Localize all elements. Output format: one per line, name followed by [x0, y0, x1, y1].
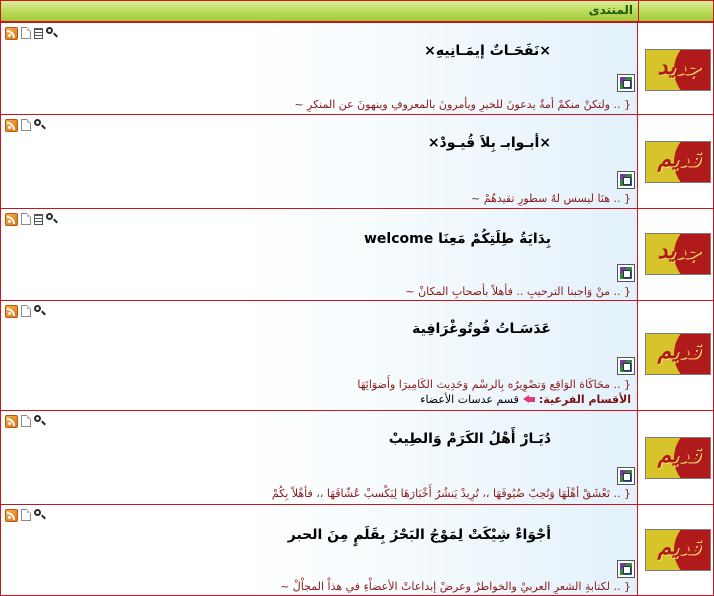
forum-row-icons	[5, 118, 46, 132]
forum-title-link[interactable]: بِدَايَةُ طِلَتِكُمْ مَعِنَا welcome	[364, 231, 551, 247]
subforum-link[interactable]: قسم عدسات الأعضاء	[420, 393, 519, 406]
forum-status-label: قديم	[657, 146, 701, 172]
forum-title-link[interactable]: ×نَفَحَـاتٌ إيمَـانِيهِ×	[424, 43, 551, 59]
search-icon[interactable]	[34, 119, 46, 131]
forum-description: { .. تَعْشَقْ أهْلَهَا وَتُحِبّ ضُيُوفَه…	[271, 487, 631, 500]
forum-status-badge: جديد	[645, 49, 711, 91]
search-icon[interactable]	[46, 213, 58, 225]
rss-icon[interactable]	[5, 304, 18, 318]
forum-row: عَدَسَـاتُ فُوتُوغْرَافِية { .. محَاكَاة…	[1, 300, 713, 410]
forum-status-badge: قديم	[645, 333, 711, 375]
forum-title-link[interactable]: عَدَسَـاتُ فُوتُوغْرَافِية	[412, 321, 551, 337]
forum-status-badge: قديم	[645, 141, 711, 183]
search-icon[interactable]	[46, 27, 58, 39]
forum-description: { .. منْ وَاجبنا الترحيبِ .. فأهلاً بأصح…	[405, 285, 631, 298]
forum-row: دُيَـارْ أَهْلُ الكَرَمْ وَالطِيبْ { .. …	[1, 410, 713, 504]
forum-status-cell: قديم	[639, 301, 713, 410]
header-divider	[638, 1, 639, 21]
forum-image-icon[interactable]	[617, 74, 635, 92]
arrow-left-icon	[522, 395, 535, 404]
forum-list-header: المنتدى	[1, 1, 713, 22]
forum-row-icons	[5, 414, 46, 428]
notes-icon[interactable]	[34, 27, 43, 39]
forum-row-main: ×أبـوابـ بِلاَ قُيـودْ× { .. هنَا ليسس ل…	[1, 115, 638, 208]
forum-status-label: قديم	[657, 338, 701, 364]
forum-status-cell: جديد	[639, 209, 713, 300]
forum-row-icons	[5, 26, 58, 40]
forum-row-main: بِدَايَةُ طِلَتِكُمْ مَعِنَا welcome { .…	[1, 209, 638, 300]
forum-status-label: جديد	[657, 238, 701, 264]
forum-row-icons	[5, 212, 58, 226]
rss-icon[interactable]	[5, 118, 18, 132]
subforums: الأقسام الفرعية: قسم عدسات الأعضاء	[420, 393, 631, 406]
page-icon[interactable]	[21, 119, 31, 131]
forum-status-badge: جديد	[645, 233, 711, 275]
rss-icon[interactable]	[5, 414, 18, 428]
page-icon[interactable]	[21, 509, 31, 521]
forum-title-link[interactable]: ×أبـوابـ بِلاَ قُيـودْ×	[428, 135, 551, 151]
search-icon[interactable]	[34, 305, 46, 317]
notes-icon[interactable]	[34, 213, 43, 225]
page-icon[interactable]	[21, 305, 31, 317]
forum-row-main: عَدَسَـاتُ فُوتُوغْرَافِية { .. محَاكَاة…	[1, 301, 638, 410]
forum-status-cell: قديم	[639, 115, 713, 208]
header-title: المنتدى	[588, 3, 633, 17]
forum-image-icon[interactable]	[617, 357, 635, 375]
forum-row-main: أجْوَاءْ شِيْكَتْ لِمَوْجُ البَحْرُ بِقَ…	[1, 505, 638, 595]
rss-icon[interactable]	[5, 212, 18, 226]
search-icon[interactable]	[34, 509, 46, 521]
forum-status-label: قديم	[657, 442, 701, 468]
forum-status-badge: قديم	[645, 437, 711, 479]
forum-row-icons	[5, 304, 46, 318]
page-icon[interactable]	[21, 27, 31, 39]
forum-status-badge: قديم	[645, 529, 711, 571]
subforums-label: الأقسام الفرعية:	[538, 393, 631, 406]
rss-icon[interactable]	[5, 26, 18, 40]
page-icon[interactable]	[21, 213, 31, 225]
forum-image-icon[interactable]	[617, 264, 635, 282]
forum-description: { .. لكتابةِ الشعرِ العربيْ والخواطرْ وع…	[280, 580, 631, 593]
forum-status-label: قديم	[657, 534, 701, 560]
forum-row: بِدَايَةُ طِلَتِكُمْ مَعِنَا welcome { .…	[1, 208, 713, 300]
forum-description: { .. محَاكَاة الوَاقِع وَتصْوِيرُه بِالر…	[357, 378, 631, 391]
forum-list: المنتدى ×نَفَحَـاتٌ إيمَـانِيهِ× { .. ول…	[0, 0, 714, 596]
forum-image-icon[interactable]	[617, 467, 635, 485]
forum-row-main: ×نَفَحَـاتٌ إيمَـانِيهِ× { .. ولتكنْ منك…	[1, 23, 638, 114]
forum-row: ×نَفَحَـاتٌ إيمَـانِيهِ× { .. ولتكنْ منك…	[1, 22, 713, 114]
forum-row-icons	[5, 508, 46, 522]
page-icon[interactable]	[21, 415, 31, 427]
search-icon[interactable]	[34, 415, 46, 427]
forum-title-link[interactable]: دُيَـارْ أَهْلُ الكَرَمْ وَالطِيبْ	[389, 431, 551, 447]
forum-status-cell: قديم	[639, 505, 713, 595]
forum-image-icon[interactable]	[617, 560, 635, 578]
forum-row-main: دُيَـارْ أَهْلُ الكَرَمْ وَالطِيبْ { .. …	[1, 411, 638, 504]
forum-description: { .. ولتكنْ منكمْ أمةٌ يدعونَ للخيرِ ويأ…	[294, 98, 631, 111]
forum-description: { .. هنَا ليسس لهٌ سطورِ تقيدهُمْ ~	[471, 192, 631, 205]
forum-status-label: جديد	[657, 54, 701, 80]
forum-image-icon[interactable]	[617, 171, 635, 189]
forum-row: ×أبـوابـ بِلاَ قُيـودْ× { .. هنَا ليسس ل…	[1, 114, 713, 208]
forum-row: أجْوَاءْ شِيْكَتْ لِمَوْجُ البَحْرُ بِقَ…	[1, 504, 713, 595]
forum-status-cell: قديم	[639, 411, 713, 504]
forum-title-link[interactable]: أجْوَاءْ شِيْكَتْ لِمَوْجُ البَحْرُ بِقَ…	[288, 527, 551, 543]
rss-icon[interactable]	[5, 508, 18, 522]
forum-status-cell: جديد	[639, 23, 713, 114]
